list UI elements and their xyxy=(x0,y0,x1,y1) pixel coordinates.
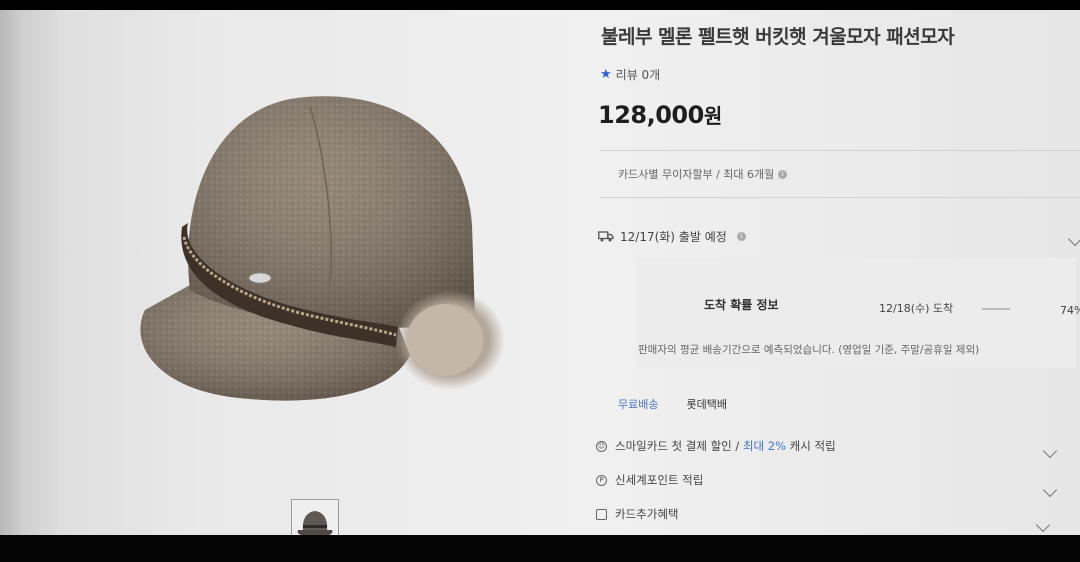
departure-text: 12/17(화) 출발 예정 xyxy=(620,230,727,244)
shipping-departure[interactable]: 12/17(화) 출발 예정 i xyxy=(598,228,746,245)
review-count: 리뷰 0개 xyxy=(615,68,661,82)
monitor-bezel-edge xyxy=(0,10,58,535)
product-thumbnail[interactable] xyxy=(291,499,339,535)
delivery-notice: 판매자의 평균 배송기간으로 예측되었습니다. (영업일 기준, 주말/공휴일 … xyxy=(638,344,980,356)
product-detail-panel: 불레부 멜론 펠트햇 버킷햇 겨울모자 패션모자 ★ 리뷰 0개 128,000… xyxy=(596,10,1080,535)
review-link[interactable]: ★ 리뷰 0개 xyxy=(600,66,660,83)
card-installment-info: 카드사별 무이자할부 / 최대 6개월 i xyxy=(600,150,1080,198)
screen-bottom-bezel xyxy=(0,535,1080,562)
benefit-text: 스마일카드 첫 결제 할인 / xyxy=(615,439,743,453)
arrival-probability-bar xyxy=(982,308,1010,310)
smile-card-icon: ☺ xyxy=(596,440,607,452)
benefit-text-after: 캐시 적립 xyxy=(786,439,836,453)
chevron-down-icon[interactable] xyxy=(1035,517,1051,533)
product-main-image[interactable] xyxy=(120,85,510,415)
arrival-date: 12/18(수) 도착 xyxy=(879,302,954,315)
benefit-row-shinsegae-point[interactable]: P 신세계포인트 적립 xyxy=(596,472,703,488)
benefit-text: 카드추가혜택 xyxy=(615,507,679,521)
arrival-title: 도착 확률 정보 xyxy=(704,298,779,312)
info-icon[interactable]: i xyxy=(736,232,746,241)
chevron-down-icon[interactable] xyxy=(1042,443,1058,459)
product-title: 불레부 멜론 펠트햇 버킷햇 겨울모자 패션모자 xyxy=(601,26,955,48)
arrival-probability-value: 74% xyxy=(1060,304,1080,317)
chevron-down-icon[interactable] xyxy=(1067,231,1080,247)
point-icon: P xyxy=(596,474,607,486)
courier-info: 무료배송 롯데택배 xyxy=(618,396,727,412)
card-icon xyxy=(596,508,607,520)
benefit-text: 신세계포인트 적립 xyxy=(615,473,704,487)
courier-name: 롯데택배 xyxy=(686,398,727,411)
star-icon: ★ xyxy=(600,67,612,82)
chevron-down-icon[interactable] xyxy=(1042,482,1058,498)
monitor-screen: 불레부 멜론 펠트햇 버킷햇 겨울모자 패션모자 ★ 리뷰 0개 128,000… xyxy=(0,10,1080,535)
price-value: 128,000 xyxy=(598,101,704,129)
card-installment-text: 카드사별 무이자할부 / 최대 6개월 xyxy=(618,168,775,181)
hat-image xyxy=(140,96,505,401)
hat-thumbnail-image xyxy=(292,500,338,535)
benefit-row-smile-card[interactable]: ☺ 스마일카드 첫 결제 할인 / 최대 2% 캐시 적립 xyxy=(596,438,836,454)
free-shipping-label[interactable]: 무료배송 xyxy=(618,396,658,412)
price-unit: 원 xyxy=(703,104,722,128)
info-icon[interactable]: i xyxy=(778,169,788,179)
benefit-row-card-extra[interactable]: 카드추가혜택 xyxy=(596,506,678,522)
truck-icon xyxy=(598,231,614,242)
benefit-highlight: 최대 2% xyxy=(742,439,787,453)
product-price: 128,000원 xyxy=(598,100,722,129)
